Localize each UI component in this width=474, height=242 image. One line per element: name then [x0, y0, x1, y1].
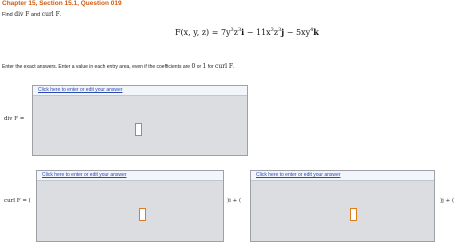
div-input-cursor[interactable] [135, 123, 142, 136]
one-value: 1 [202, 63, 207, 70]
vector-field-equation: F(x, y, z) = 7y3z3i − 11x3z3j − 5xy4k [175, 27, 319, 37]
div-edit-link[interactable]: Click here to enter or edit your answer [33, 86, 247, 96]
curl-term: curl F [214, 63, 234, 70]
find-prompt: Find div F and curl F. [2, 11, 62, 18]
curl-label: curl F = ( [4, 198, 31, 204]
curl-j-answer-box[interactable]: Click here to enter or edit your answer [250, 170, 435, 242]
question-title: Chapter 15, Section 15.1, Question 019 [2, 0, 122, 7]
curl-i-edit-link[interactable]: Click here to enter or edit your answer [37, 171, 223, 181]
div-label: div F = [4, 116, 25, 122]
curl-i-input-cursor[interactable] [139, 208, 146, 221]
curl-expression: curl F [41, 11, 60, 18]
curl-i-answer-box[interactable]: Click here to enter or edit your answer [36, 170, 224, 242]
div-expression: div F [14, 11, 30, 18]
curl-j-input-cursor[interactable] [350, 208, 357, 221]
find-word: Find [2, 12, 13, 18]
instructions: Enter the exact answers. Enter a value i… [2, 63, 235, 70]
i-separator: )i + ( [227, 198, 242, 204]
and-word: and [31, 12, 41, 18]
j-separator: )j + ( [440, 198, 455, 204]
curl-j-edit-link[interactable]: Click here to enter or edit your answer [251, 171, 434, 181]
zero-value: 0 [191, 63, 196, 70]
div-answer-box[interactable]: Click here to enter or edit your answer [32, 85, 248, 156]
